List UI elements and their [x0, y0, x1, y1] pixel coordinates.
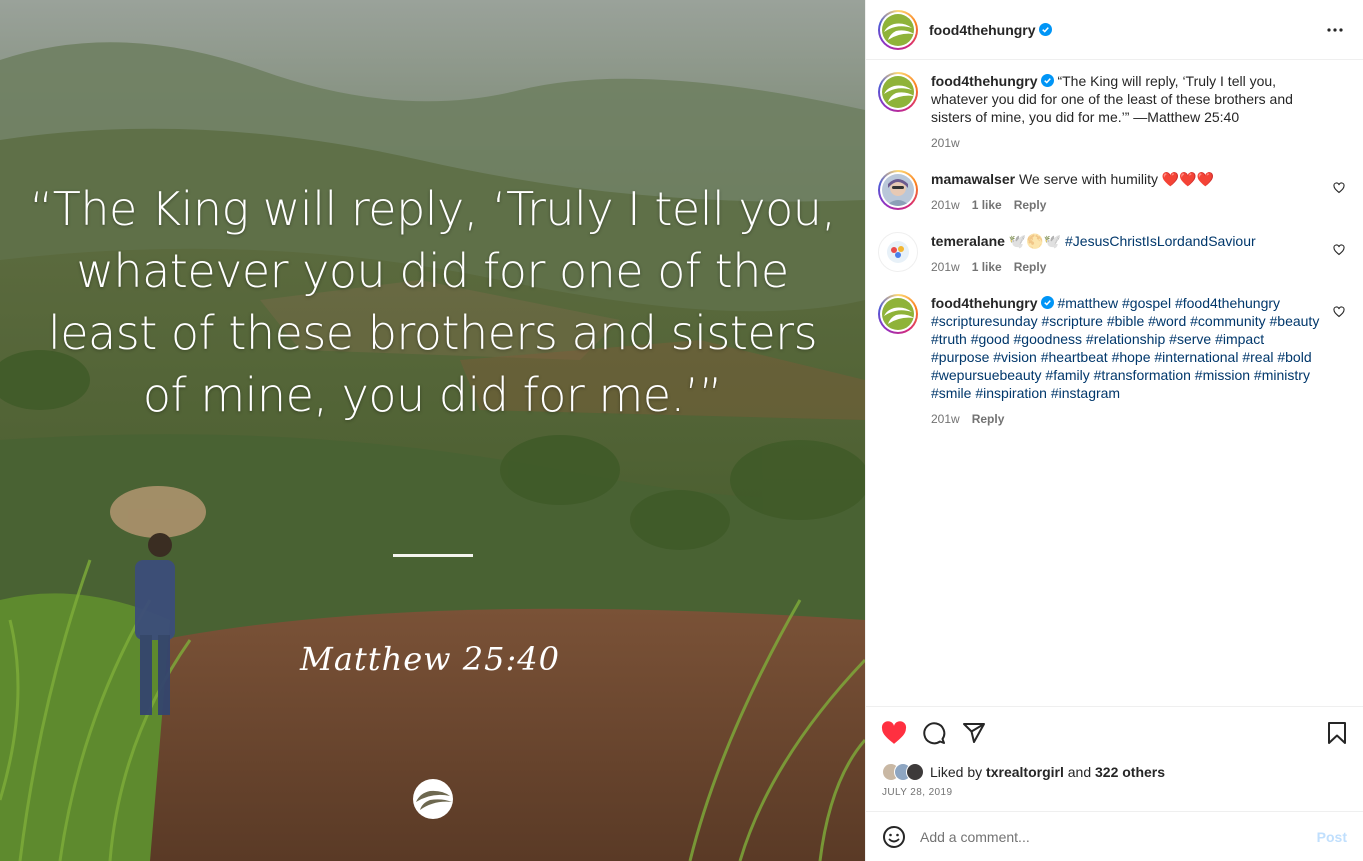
caption-avatar[interactable] — [878, 72, 918, 112]
user-photo-icon — [886, 179, 910, 206]
comment-age[interactable]: 201w — [931, 196, 960, 214]
image-divider — [393, 554, 473, 557]
comment-input[interactable] — [920, 828, 1317, 845]
like-comment-heart-icon[interactable] — [1333, 244, 1345, 256]
landscape-illustration — [0, 0, 865, 861]
liker-username[interactable]: txrealtorgirl — [986, 764, 1064, 780]
caption-age[interactable]: 201w — [931, 134, 960, 152]
likes-prefix: Liked by — [930, 764, 983, 780]
comment-username[interactable]: mamawalser — [931, 171, 1015, 187]
instagram-post-modal: “The King will reply, ‘Truly I tell you,… — [0, 0, 1363, 861]
hashtag-link[interactable]: #JesusChristIsLordandSaviour — [1065, 233, 1256, 249]
reply-button[interactable]: Reply — [972, 410, 1005, 428]
comment-username[interactable]: temeralane — [931, 233, 1005, 249]
like-button[interactable] — [880, 719, 908, 747]
share-button[interactable] — [960, 719, 988, 747]
reply-button[interactable]: Reply — [1014, 258, 1047, 276]
more-options-button[interactable] — [1323, 18, 1347, 42]
reply-button[interactable]: Reply — [1014, 196, 1047, 214]
comment-item: mamawalser We serve with humility ❤️❤️❤️… — [878, 170, 1347, 214]
comment-avatar[interactable] — [878, 232, 918, 272]
comment-avatar[interactable] — [878, 294, 918, 334]
liker-avatar — [906, 763, 924, 781]
comment-body: food4thehungry #matthew #gospel #food4th… — [931, 294, 1347, 428]
comment-item: temeralane 🕊️🌕🕊️ #JesusChristIsLordandSa… — [878, 232, 1347, 276]
comment-text: We serve with humility ❤️❤️❤️ — [1018, 171, 1215, 187]
image-scripture-reference: Matthew 25:40 — [300, 640, 560, 678]
caption-body: food4thehungry “The King will reply, ‘Tr… — [931, 72, 1347, 152]
image-quote-text: “The King will reply, ‘Truly I tell you,… — [29, 182, 836, 422]
likes-others-link[interactable]: 322 others — [1095, 764, 1165, 780]
comment-emoji: 🕊️🌕🕊️ — [1008, 233, 1062, 249]
author-avatar[interactable] — [878, 9, 918, 50]
send-paper-plane-icon — [963, 723, 985, 743]
author-username[interactable]: food4thehungry — [929, 22, 1036, 38]
comment-item: food4thehungry #matthew #gospel #food4th… — [878, 294, 1347, 428]
like-comment-heart-icon[interactable] — [1333, 182, 1345, 194]
post-comment-button[interactable]: Post — [1317, 829, 1347, 845]
comment-age[interactable]: 201w — [931, 258, 960, 276]
like-comment-heart-icon[interactable] — [1333, 306, 1345, 318]
comment-like-count[interactable]: 1 like — [972, 258, 1002, 276]
verified-badge-icon — [1040, 296, 1054, 309]
food4thehungry-avatar-icon — [884, 23, 914, 40]
likes-middle: and — [1063, 764, 1095, 780]
post-sidebar: food4thehungry food4thehungry “The King … — [865, 0, 1363, 861]
comment-age[interactable]: 201w — [931, 410, 960, 428]
liker-avatars[interactable] — [882, 763, 924, 781]
verified-badge-icon — [1040, 74, 1054, 87]
comment-bubble-icon — [923, 722, 946, 745]
food4thehungry-avatar-icon — [884, 85, 914, 102]
comment-composer: Post — [866, 811, 1363, 861]
emoji-smiley-icon[interactable] — [882, 825, 906, 849]
post-image[interactable]: “The King will reply, ‘Truly I tell you,… — [0, 0, 865, 861]
comment-button[interactable] — [920, 719, 948, 747]
food4thehungry-logo-icon — [413, 779, 453, 819]
more-horizontal-icon — [1327, 27, 1343, 32]
food4thehungry-avatar-icon — [884, 307, 914, 324]
post-actions: Liked by txrealtorgirl and 322 others JU… — [866, 706, 1363, 798]
comments-list[interactable]: food4thehungry “The King will reply, ‘Tr… — [866, 60, 1363, 706]
post-date[interactable]: JULY 28, 2019 — [866, 781, 1363, 798]
comment-like-count[interactable]: 1 like — [972, 196, 1002, 214]
action-bar — [866, 707, 1363, 759]
caption: food4thehungry “The King will reply, ‘Tr… — [878, 72, 1347, 152]
caption-username[interactable]: food4thehungry — [931, 73, 1038, 89]
comment-body: mamawalser We serve with humility ❤️❤️❤️… — [931, 170, 1347, 214]
comment-body: temeralane 🕊️🌕🕊️ #JesusChristIsLordandSa… — [931, 232, 1347, 276]
likes-summary: Liked by txrealtorgirl and 322 others — [866, 759, 1363, 781]
post-header: food4thehungry — [866, 0, 1363, 60]
save-button[interactable] — [1323, 719, 1351, 747]
bookmark-icon — [1328, 722, 1346, 744]
verified-badge-icon — [1038, 23, 1052, 36]
heart-filled-icon — [881, 721, 907, 744]
flower-avatar-icon — [887, 241, 909, 263]
comment-avatar[interactable] — [878, 170, 918, 210]
comment-username[interactable]: food4thehungry — [931, 295, 1038, 311]
